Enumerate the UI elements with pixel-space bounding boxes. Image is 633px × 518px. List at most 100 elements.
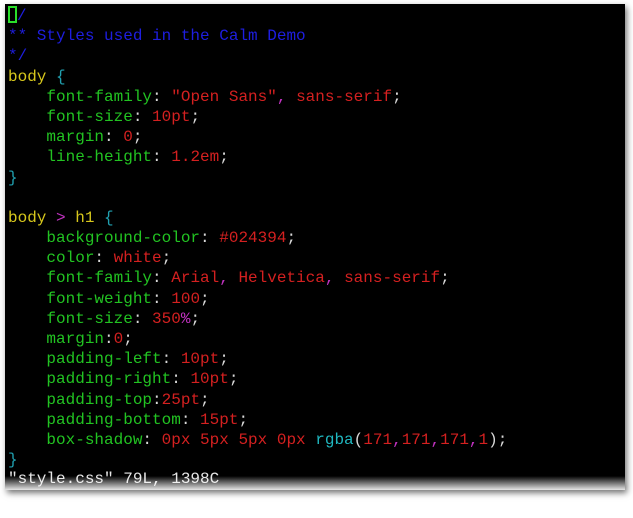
code-token: : [132, 107, 153, 126]
code-token: , [324, 269, 345, 288]
code-token: : [152, 148, 172, 167]
vim-editor-buffer[interactable]: / ** Styles used in the Calm Demo */body {… [8, 6, 507, 470]
code-token: ; [190, 309, 201, 328]
code-token: : [180, 410, 201, 429]
code-token: 0 [113, 330, 124, 348]
code-token: : [142, 430, 162, 449]
code-token: margin [46, 330, 105, 348]
code-token: } [8, 168, 18, 187]
code-token: sans-serif [296, 87, 393, 106]
code-token: : [104, 330, 114, 348]
code-token: : [161, 350, 181, 369]
code-line: font-weight: 100; [8, 289, 507, 309]
code-token: : [152, 390, 162, 409]
code-token: line-height [46, 148, 153, 167]
code-token: : [94, 249, 114, 268]
code-token: 0px 5px 5px 0px [161, 430, 316, 449]
code-line: color: white; [8, 248, 507, 268]
code-line: */ [8, 46, 507, 66]
code-token: { [56, 67, 66, 86]
code-token: : [152, 87, 172, 106]
code-token: ; [228, 370, 239, 389]
code-token: ; [132, 128, 143, 147]
code-token: 10pt [190, 370, 229, 389]
code-token: ; [161, 249, 172, 268]
code-token: ); [488, 430, 508, 449]
code-token: 15pt [200, 410, 239, 429]
code-token: ; [200, 390, 210, 409]
code-token: : [132, 309, 153, 328]
code-token: ** Styles used in the Calm Demo [8, 27, 306, 46]
code-token: : [171, 370, 191, 389]
terminal-window[interactable]: / ** Styles used in the Calm Demo */body {… [5, 4, 625, 490]
code-line: body { [8, 67, 507, 87]
code-token: background-color [46, 229, 201, 248]
code-token: , [219, 269, 239, 288]
code-token: , [468, 430, 479, 449]
code-line: font-size: 350%; [8, 309, 507, 329]
code-token: ( [353, 430, 364, 449]
code-line: padding-bottom: 15pt; [8, 410, 507, 430]
code-token: "Open Sans" [171, 87, 277, 106]
code-token: 171 [401, 430, 431, 449]
code-token: 171 [363, 430, 393, 449]
code-token: Helvetica [238, 269, 325, 288]
code-token: : [152, 289, 172, 308]
code-token: h1 [75, 208, 95, 227]
code-line: padding-top:25pt; [8, 390, 507, 410]
code-line: font-family: Arial, Helvetica, sans-seri… [8, 268, 507, 288]
code-token: : [104, 128, 124, 147]
code-token: 25pt [161, 390, 201, 409]
code-token: font-weight [46, 289, 153, 308]
code-line: padding-left: 10pt; [8, 349, 507, 369]
code-token: } [8, 451, 18, 470]
code-token: 10pt [180, 350, 220, 369]
code-token: ; [392, 87, 402, 106]
code-token: font-family [46, 87, 153, 106]
code-token: padding-bottom [46, 410, 181, 429]
code-line: body > h1 { [8, 208, 507, 228]
code-line: margin: 0; [8, 127, 507, 147]
code-line: line-height: 1.2em; [8, 147, 507, 167]
text-cursor [8, 6, 17, 23]
code-token: white [113, 249, 162, 268]
code-token: */ [8, 47, 28, 66]
code-token: 10pt [152, 107, 191, 126]
code-token: ; [440, 269, 450, 288]
code-line: padding-right: 10pt; [8, 369, 507, 389]
code-token: font-size [46, 107, 133, 126]
code-token: ; [219, 148, 229, 167]
code-token: 171 [440, 430, 469, 449]
code-token: 1 [478, 430, 489, 449]
code-token: padding-left [46, 350, 162, 369]
code-token: % [180, 309, 191, 328]
code-token: : [152, 269, 172, 288]
code-token: : [200, 229, 220, 248]
code-token: body [8, 67, 47, 86]
code-token: Arial [171, 269, 220, 288]
code-token: ; [200, 289, 210, 308]
code-line: font-size: 10pt; [8, 107, 507, 127]
code-line: / [8, 6, 507, 26]
code-token: 350 [152, 309, 181, 328]
code-token: box-shadow [46, 430, 143, 449]
code-token: rgba [315, 430, 354, 449]
bottom-fade-effect [5, 476, 625, 490]
code-line: box-shadow: 0px 5px 5px 0px rgba(171,171… [8, 430, 507, 450]
